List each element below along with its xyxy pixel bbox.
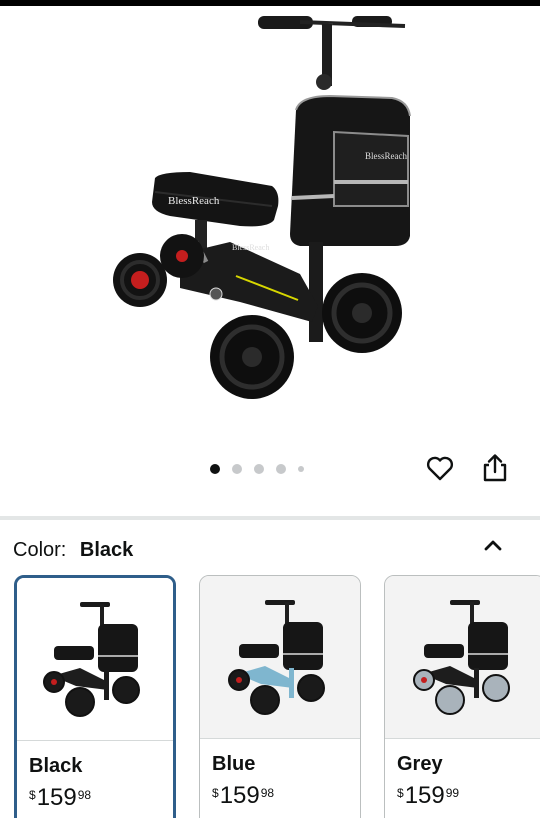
color-label: Color: — [13, 539, 67, 561]
heart-icon — [426, 456, 454, 481]
price-currency: $ — [397, 786, 404, 800]
price-currency: $ — [29, 788, 36, 802]
price-fraction: 99 — [445, 786, 460, 800]
swatch-name: Blue — [212, 753, 256, 775]
color-swatch-list: Black $159 98 Blue $159 98 Grey $159 99 — [14, 575, 540, 818]
share-icon — [483, 454, 507, 482]
swatch-image — [17, 578, 173, 741]
collapse-color-button[interactable] — [478, 530, 508, 560]
scooter-handlebar — [258, 16, 406, 90]
scooter-stem — [309, 242, 323, 342]
svg-text:BlessReach: BlessReach — [365, 151, 407, 161]
pagination-dot-1[interactable] — [210, 464, 220, 474]
share-button[interactable] — [478, 451, 512, 485]
swatch-price: $159 99 — [397, 783, 459, 809]
product-image[interactable]: BlessReach BlessReach BlessReach — [0, 6, 540, 456]
pagination-dot-3[interactable] — [254, 464, 264, 474]
section-divider — [0, 516, 540, 520]
swatch-name: Grey — [397, 753, 443, 775]
price-whole: 159 — [219, 782, 260, 809]
swatch-image — [385, 576, 540, 739]
color-swatch-black[interactable]: Black $159 98 — [14, 575, 176, 818]
favorite-button[interactable] — [423, 451, 457, 485]
swatch-name: Black — [29, 755, 83, 777]
price-whole: 159 — [404, 782, 445, 809]
pagination-dot-5[interactable] — [298, 466, 304, 472]
svg-text:BlessReach: BlessReach — [232, 243, 269, 252]
scooter-basket: BlessReach — [290, 94, 411, 246]
pagination-dot-4[interactable] — [276, 464, 286, 474]
price-currency: $ — [212, 786, 219, 800]
pagination-dot-2[interactable] — [232, 464, 242, 474]
color-swatch-blue[interactable]: Blue $159 98 — [199, 575, 361, 818]
color-swatch-grey[interactable]: Grey $159 99 — [384, 575, 540, 818]
price-whole: 159 — [36, 784, 77, 811]
chevron-up-icon — [484, 540, 502, 551]
color-selector-header: Color: Black — [13, 536, 133, 564]
price-fraction: 98 — [77, 788, 92, 802]
price-fraction: 98 — [260, 786, 275, 800]
swatch-price: $159 98 — [29, 785, 91, 811]
svg-text:BlessReach: BlessReach — [168, 195, 220, 207]
swatch-price: $159 98 — [212, 783, 274, 809]
selected-color-value: Black — [79, 539, 134, 561]
swatch-image — [200, 576, 360, 739]
image-pagination[interactable] — [210, 462, 304, 476]
